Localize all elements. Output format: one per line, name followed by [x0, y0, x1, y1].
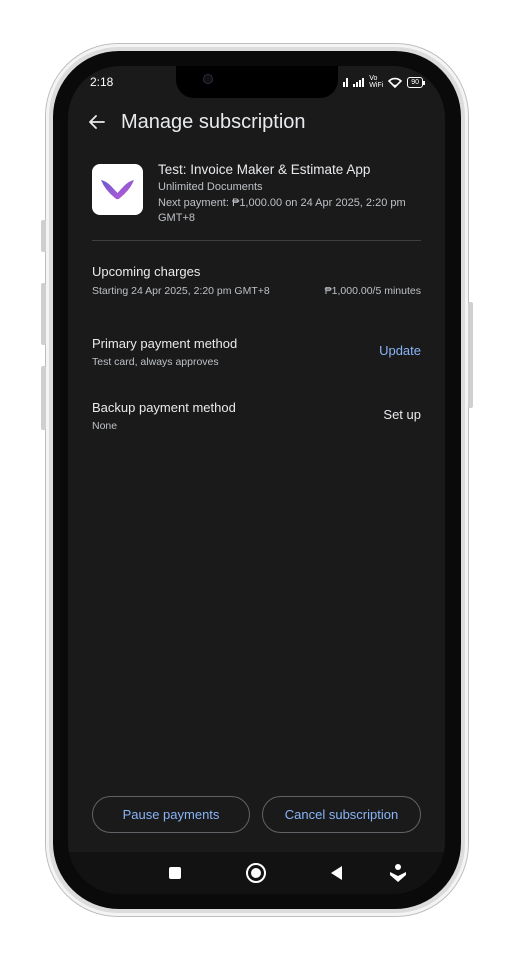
status-time: 2:18 [90, 75, 114, 89]
volume-down-button [41, 366, 46, 430]
wifi-icon [388, 77, 403, 88]
signal-icon [343, 77, 349, 87]
setup-backup-button[interactable]: Set up [383, 407, 421, 422]
home-icon[interactable] [246, 863, 266, 883]
recents-icon[interactable] [169, 867, 181, 879]
update-payment-button[interactable]: Update [379, 343, 421, 358]
divider [92, 240, 421, 241]
assistant-icon[interactable] [389, 863, 407, 883]
arrow-back-icon[interactable] [87, 112, 107, 132]
invoice-maker-logo-icon [101, 180, 134, 200]
status-icons: Vo WiFi 90 [343, 75, 425, 89]
back-triangle-icon[interactable] [331, 866, 342, 880]
front-camera-icon [204, 75, 212, 83]
mute-switch [41, 220, 46, 252]
navigation-bar [68, 852, 445, 894]
page-title: Manage subscription [121, 111, 306, 133]
backup-payment-detail: None [92, 420, 118, 432]
upcoming-charges-amount: ₱1,000.00/5 minutes [324, 285, 421, 297]
power-button [468, 302, 473, 408]
signal-icon [353, 77, 365, 87]
notch [176, 66, 338, 98]
cancel-subscription-button[interactable]: Cancel subscription [262, 796, 421, 833]
vowifi-label: Vo WiFi [369, 75, 384, 89]
app-name: Test: Invoice Maker & Estimate App [158, 162, 371, 177]
pause-payments-button[interactable]: Pause payments [92, 796, 250, 833]
backup-payment-title: Backup payment method [92, 400, 236, 415]
volume-up-button [41, 283, 46, 345]
primary-payment-title: Primary payment method [92, 336, 238, 351]
app-icon [92, 164, 143, 215]
screen: 2:18 Vo WiFi 90 Manage subscription Test [68, 66, 445, 894]
next-payment: Next payment: ₱1,000.00 on 24 Apr 2025, … [158, 197, 406, 224]
upcoming-charges-title: Upcoming charges [92, 264, 201, 279]
upcoming-charges-start: Starting 24 Apr 2025, 2:20 pm GMT+8 [92, 285, 270, 297]
battery-icon: 90 [407, 76, 425, 88]
plan-name: Unlimited Documents [158, 181, 263, 193]
primary-payment-detail: Test card, always approves [92, 356, 219, 368]
